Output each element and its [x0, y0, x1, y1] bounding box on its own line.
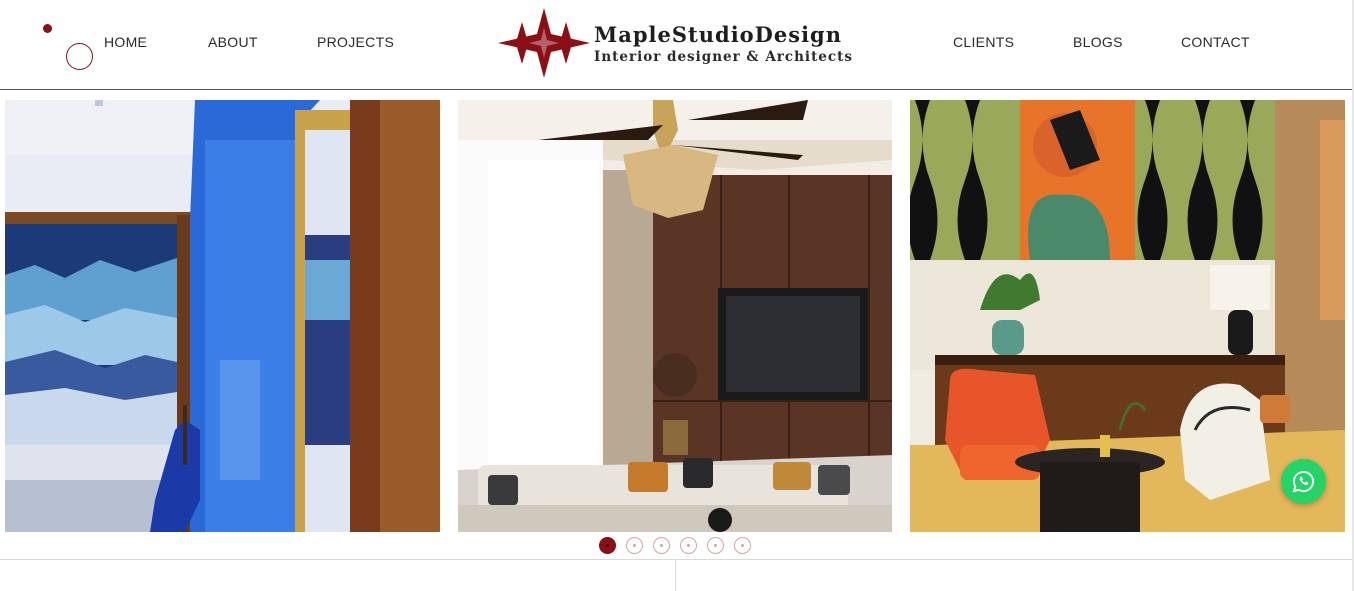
- carousel-dots: [599, 537, 759, 555]
- section-divider: [0, 559, 1354, 560]
- slide-image-blue-room: [5, 100, 440, 532]
- nav-projects[interactable]: PROJECTS: [317, 34, 394, 50]
- site-logo[interactable]: MapleStudioDesign Interior designer & Ar…: [498, 8, 852, 80]
- carousel-slide-1[interactable]: [5, 100, 440, 532]
- nav-about[interactable]: ABOUT: [208, 34, 258, 50]
- logo-subtitle: Interior designer & Architects: [594, 49, 853, 65]
- four-point-stars-icon: [498, 8, 590, 78]
- nav-clients[interactable]: CLIENTS: [953, 34, 1014, 50]
- logo-title: MapleStudioDesign: [594, 22, 842, 47]
- carousel-dot-4[interactable]: [680, 537, 697, 554]
- carousel-slide-3[interactable]: [910, 100, 1345, 532]
- carousel-track: [0, 100, 1354, 532]
- column-divider: [675, 560, 676, 591]
- slide-image-retro-lounge: [910, 100, 1345, 532]
- carousel-dot-5[interactable]: [707, 537, 724, 554]
- site-header: HOME ABOUT PROJECTS MapleStudioDesign In…: [0, 0, 1354, 90]
- nav-home[interactable]: HOME: [104, 34, 147, 50]
- carousel-dot-2[interactable]: [626, 537, 643, 554]
- menu-ring-icon[interactable]: [66, 43, 93, 70]
- nav-contact[interactable]: CONTACT: [1181, 34, 1250, 50]
- carousel-dot-1[interactable]: [599, 537, 616, 554]
- carousel-slide-2[interactable]: [458, 100, 892, 532]
- whatsapp-button[interactable]: [1281, 459, 1326, 504]
- slide-image-living-room: [458, 100, 892, 532]
- brand-dot-icon: [43, 24, 52, 33]
- whatsapp-icon: [1292, 470, 1314, 493]
- nav-blogs[interactable]: BLOGS: [1073, 34, 1123, 50]
- carousel-dot-3[interactable]: [653, 537, 670, 554]
- carousel-dot-6[interactable]: [734, 537, 751, 554]
